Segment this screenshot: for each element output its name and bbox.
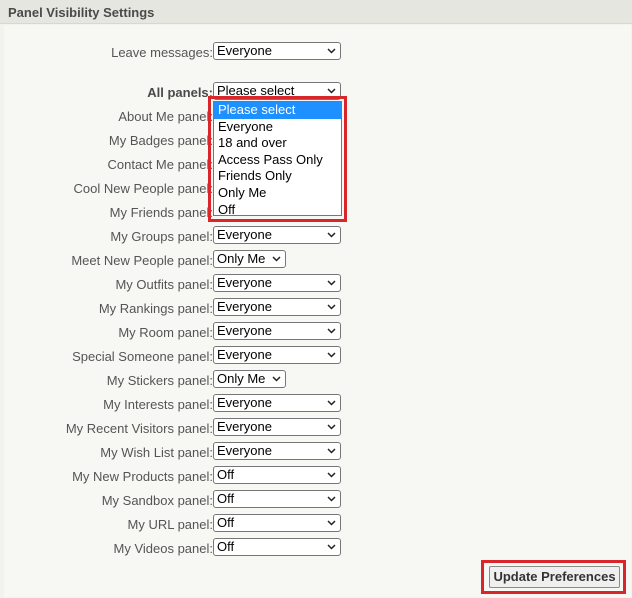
my-new-products-panel-select[interactable]: Off xyxy=(213,466,341,484)
my-room-panel-select[interactable]: Everyone xyxy=(213,322,341,340)
chevron-down-icon xyxy=(327,48,336,54)
all-panels-row: All panels: Please select xyxy=(4,82,631,102)
my-rankings-panel-value: Everyone xyxy=(217,299,272,314)
chevron-down-icon xyxy=(327,496,336,502)
my-groups-panel-row: My Groups panel: Everyone xyxy=(4,226,631,246)
my-recent-visitors-panel-label: My Recent Visitors panel: xyxy=(65,421,213,436)
meet-new-people-panel-row: Meet New People panel: Only Me xyxy=(4,250,631,270)
dropdown-option-everyone[interactable]: Everyone xyxy=(214,119,341,136)
dropdown-option-access-pass-only[interactable]: Access Pass Only xyxy=(214,152,341,169)
chevron-down-icon xyxy=(327,328,336,334)
all-panels-value: Please select xyxy=(217,83,295,98)
my-videos-panel-value: Off xyxy=(217,539,235,554)
my-groups-panel-label: My Groups panel: xyxy=(110,229,213,244)
dropdown-option-off[interactable]: Off xyxy=(214,202,341,219)
meet-new-people-panel-label: Meet New People panel: xyxy=(71,253,213,268)
all-panels-label: All panels: xyxy=(147,85,213,100)
my-stickers-panel-row: My Stickers panel: Only Me xyxy=(4,370,631,390)
chevron-down-icon xyxy=(327,472,336,478)
chevron-down-icon xyxy=(327,448,336,454)
my-stickers-panel-select[interactable]: Only Me xyxy=(213,370,286,388)
chevron-down-icon xyxy=(327,352,336,358)
chevron-down-icon xyxy=(327,544,336,550)
cool-new-people-panel-label: Cool New People panel: xyxy=(73,181,213,196)
update-preferences-button[interactable]: Update Preferences xyxy=(489,566,620,588)
chevron-down-icon xyxy=(272,376,281,382)
meet-new-people-panel-select[interactable]: Only Me xyxy=(213,250,286,268)
my-wish-list-panel-label: My Wish List panel: xyxy=(100,445,213,460)
my-stickers-panel-value: Only Me xyxy=(217,371,266,386)
chevron-down-icon xyxy=(327,304,336,310)
contact-me-panel-label: Contact Me panel: xyxy=(107,157,213,172)
chevron-down-icon xyxy=(327,232,336,238)
special-someone-panel-select[interactable]: Everyone xyxy=(213,346,341,364)
my-url-panel-value: Off xyxy=(217,515,235,530)
my-recent-visitors-panel-value: Everyone xyxy=(217,419,272,434)
my-badges-panel-label: My Badges panel: xyxy=(108,133,213,148)
my-outfits-panel-row: My Outfits panel: Everyone xyxy=(4,274,631,294)
my-outfits-panel-label: My Outfits panel: xyxy=(115,277,213,292)
my-recent-visitors-panel-row: My Recent Visitors panel: Everyone xyxy=(4,418,631,438)
my-url-panel-row: My URL panel: Off xyxy=(4,514,631,534)
meet-new-people-panel-value: Only Me xyxy=(217,251,266,266)
my-sandbox-panel-select[interactable]: Off xyxy=(213,490,341,508)
chevron-down-icon xyxy=(327,520,336,526)
my-videos-panel-select[interactable]: Off xyxy=(213,538,341,556)
about-me-panel-label: About Me panel: xyxy=(118,109,213,124)
my-interests-panel-select[interactable]: Everyone xyxy=(213,394,341,412)
my-groups-panel-select[interactable]: Everyone xyxy=(213,226,341,244)
my-wish-list-panel-row: My Wish List panel: Everyone xyxy=(4,442,631,462)
leave-messages-select[interactable]: Everyone xyxy=(213,42,341,60)
my-sandbox-panel-value: Off xyxy=(217,491,235,506)
my-groups-panel-value: Everyone xyxy=(217,227,272,242)
settings-header: Panel Visibility Settings xyxy=(0,0,632,24)
my-outfits-panel-select[interactable]: Everyone xyxy=(213,274,341,292)
all-panels-dropdown-list: Please select Everyone 18 and over Acces… xyxy=(213,101,342,219)
my-videos-panel-label: My Videos panel: xyxy=(113,541,214,556)
my-room-panel-value: Everyone xyxy=(217,323,272,338)
my-rankings-panel-label: My Rankings panel: xyxy=(98,301,213,316)
special-someone-panel-label: Special Someone panel: xyxy=(72,349,213,364)
my-interests-panel-value: Everyone xyxy=(217,395,272,410)
dropdown-option-18-and-over[interactable]: 18 and over xyxy=(214,135,341,152)
my-room-panel-row: My Room panel: Everyone xyxy=(4,322,631,342)
my-wish-list-panel-select[interactable]: Everyone xyxy=(213,442,341,460)
dropdown-option-only-me[interactable]: Only Me xyxy=(214,185,341,202)
my-new-products-panel-label: My New Products panel: xyxy=(72,469,213,484)
my-videos-panel-row: My Videos panel: Off xyxy=(4,538,631,558)
my-interests-panel-row: My Interests panel: Everyone xyxy=(4,394,631,414)
my-sandbox-panel-label: My Sandbox panel: xyxy=(101,493,213,508)
leave-messages-value: Everyone xyxy=(217,43,272,58)
chevron-down-icon xyxy=(272,256,281,262)
leave-messages-row: Leave messages: Everyone xyxy=(4,42,631,62)
dropdown-option-friends-only[interactable]: Friends Only xyxy=(214,168,341,185)
my-url-panel-label: My URL panel: xyxy=(127,517,214,532)
my-friends-panel-label: My Friends panel: xyxy=(109,205,213,220)
chevron-down-icon xyxy=(327,424,336,430)
my-url-panel-select[interactable]: Off xyxy=(213,514,341,532)
my-recent-visitors-panel-select[interactable]: Everyone xyxy=(213,418,341,436)
all-panels-select[interactable]: Please select xyxy=(213,82,341,100)
chevron-down-icon xyxy=(327,400,336,406)
my-room-panel-label: My Room panel: xyxy=(118,325,213,340)
chevron-down-icon xyxy=(327,88,336,94)
my-new-products-panel-row: My New Products panel: Off xyxy=(4,466,631,486)
my-wish-list-panel-value: Everyone xyxy=(217,443,272,458)
my-interests-panel-label: My Interests panel: xyxy=(103,397,213,412)
my-new-products-panel-value: Off xyxy=(217,467,235,482)
leave-messages-label: Leave messages: xyxy=(111,45,213,60)
chevron-down-icon xyxy=(327,280,336,286)
special-someone-panel-value: Everyone xyxy=(217,347,272,362)
dropdown-option-please-select[interactable]: Please select xyxy=(214,102,341,119)
my-outfits-panel-value: Everyone xyxy=(217,275,272,290)
my-rankings-panel-select[interactable]: Everyone xyxy=(213,298,341,316)
my-rankings-panel-row: My Rankings panel: Everyone xyxy=(4,298,631,318)
page-title: Panel Visibility Settings xyxy=(8,5,155,20)
my-stickers-panel-label: My Stickers panel: xyxy=(106,373,213,388)
special-someone-panel-row: Special Someone panel: Everyone xyxy=(4,346,631,366)
my-sandbox-panel-row: My Sandbox panel: Off xyxy=(4,490,631,510)
